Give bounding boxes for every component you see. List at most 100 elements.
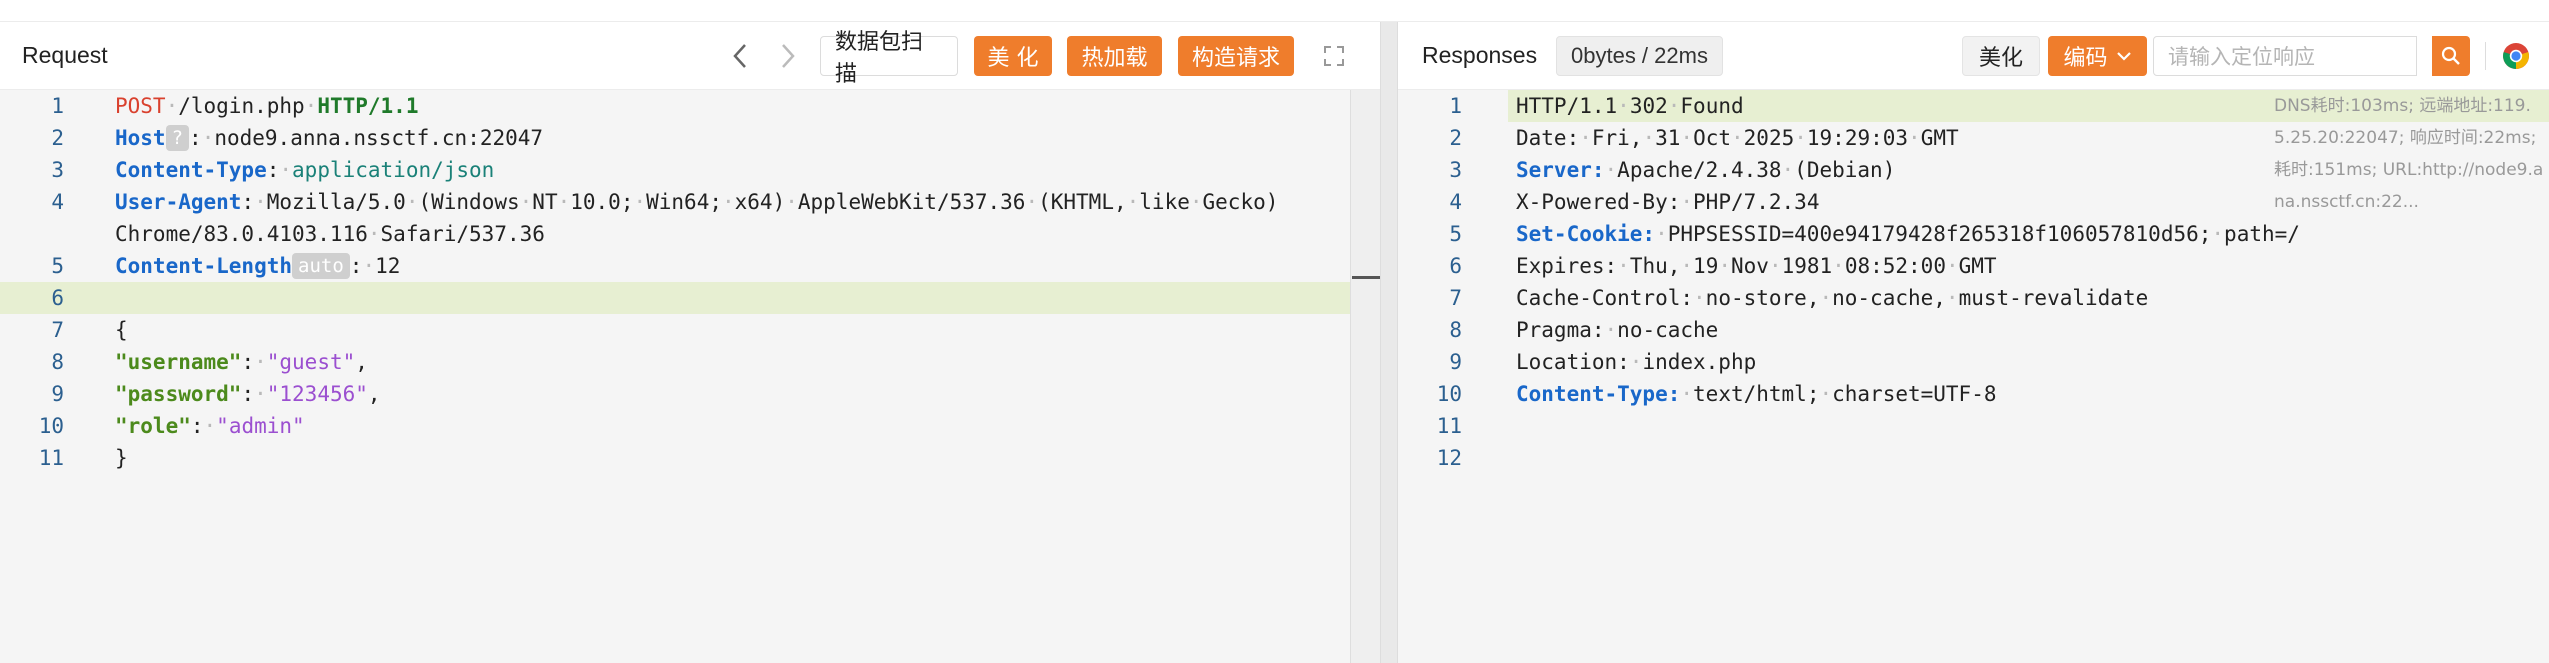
line-number: 6 [1449, 254, 1462, 278]
header-value: Mozilla/5.0·(Windows·NT·10.0;·Win64;·x64… [266, 190, 1279, 214]
request-line-10: "role":·"admin" [115, 414, 305, 438]
packet-scan-button[interactable]: 数据包扫描 [820, 30, 958, 87]
header-value: node9.anna.nssctf.cn:22047 [214, 126, 544, 150]
header-key: Content-Type: [1516, 382, 1681, 406]
request-line-2: Host?:·node9.anna.nssctf.cn:22047 [115, 125, 544, 151]
timing-line: DNS耗时:103ms; 远端地址:119. [2274, 96, 2531, 116]
json-key: "password" [115, 382, 242, 406]
response-status-line: HTTP/1.1·302·Found [1516, 94, 1744, 118]
hot-load-button[interactable]: 热加载 [1067, 36, 1162, 76]
line-number: 4 [51, 190, 64, 214]
request-path: /login.php [178, 94, 305, 118]
request-scrollbar[interactable] [1350, 90, 1380, 663]
scrollbar-cursor-marker [1352, 276, 1380, 279]
response-line-3: Server:·Apache/2.4.38·(Debian) [1516, 158, 1896, 182]
line-number: 2 [1449, 126, 1462, 150]
request-line-4: User-Agent:·Mozilla/5.0·(Windows·NT·10.0… [115, 190, 1279, 214]
response-timing-info: DNS耗时:103ms; 远端地址:119. 5.25.20:22047; 响应… [2274, 90, 2549, 218]
response-line-9: Location:·index.php [1516, 350, 1757, 374]
header-key: Host [115, 126, 166, 150]
fullscreen-button[interactable] [1314, 36, 1354, 76]
json-key: "username" [115, 350, 242, 374]
response-line-2: Date:·Fri,·31·Oct·2025·19:29:03·GMT [1516, 126, 1959, 150]
line-number: 10 [38, 414, 64, 438]
request-line-4-wrap: Chrome/83.0.4103.116·Safari/537.36 [115, 222, 545, 246]
request-line-5: Content-Length auto:·12 [115, 253, 401, 279]
line-number: 3 [51, 158, 64, 182]
json-value: "admin" [216, 414, 305, 438]
response-title: Responses [1422, 42, 1538, 68]
line-number: 9 [1449, 350, 1462, 374]
header-key: Content-Type [115, 158, 267, 182]
header-value: application/json [292, 158, 495, 182]
line-number: 2 [51, 126, 64, 150]
header-value: PHPSESSID=400e94179428f265318f106057810d… [1667, 222, 2300, 246]
chevron-left-icon [733, 44, 746, 68]
response-line-10: Content-Type:·text/html;·charset=UTF-8 [1516, 382, 1997, 406]
json-key: "role" [115, 414, 191, 438]
header-key: Server: [1516, 158, 1605, 182]
next-button[interactable] [768, 36, 808, 76]
request-line-9: "password":·"123456", [115, 382, 381, 406]
pane-resize-handle[interactable] [1380, 22, 1398, 663]
line-number: 5 [1449, 222, 1462, 246]
response-line-8: Pragma:·no-cache [1516, 318, 1719, 342]
request-line-1: POST·/login.php·HTTP/1.1 [115, 94, 419, 118]
request-line-11: } [115, 446, 128, 470]
response-line-4: X-Powered-By:·PHP/7.2.34 [1516, 190, 1820, 214]
chrome-icon[interactable] [2502, 42, 2530, 70]
encode-label: 编码 [2063, 46, 2108, 71]
line-number: 7 [51, 318, 64, 342]
line-number: 5 [51, 254, 64, 278]
request-pane: Request 数据包扫描 美 化 热加载 构造请求 1 2 3 4 5 6 7… [0, 22, 1380, 663]
beautify-button[interactable]: 美 化 [974, 36, 1052, 76]
window-top-strip [0, 0, 2549, 22]
chevron-down-icon [2116, 52, 2131, 61]
header-key: User-Agent [115, 190, 242, 214]
header-value: Apache/2.4.38·(Debian) [1617, 158, 1896, 182]
request-line-3: Content-Type:·application/json [115, 158, 495, 182]
header-key: Content-Length [115, 254, 293, 278]
locate-response-input[interactable]: 请输入定位响应 [2153, 36, 2417, 76]
line-number: 4 [1449, 190, 1462, 214]
request-editor[interactable]: 1 2 3 4 5 6 7 8 9 10 11 POST·/login.php·… [0, 90, 1380, 663]
auto-length-tag[interactable]: auto [292, 253, 350, 279]
http-method: POST [115, 94, 166, 118]
response-line-7: Cache-Control:·no-store,·no-cache,·must-… [1516, 286, 2149, 310]
request-title: Request [22, 42, 108, 68]
request-toolbar: Request 数据包扫描 美 化 热加载 构造请求 [0, 22, 1380, 90]
response-beautify-button[interactable]: 美化 [1962, 36, 2040, 76]
header-key: Set-Cookie: [1516, 222, 1656, 246]
line-number: 7 [1449, 286, 1462, 310]
response-line-6: Expires:·Thu,·19·Nov·1981·08:52:00·GMT [1516, 254, 1997, 278]
line-number: 8 [51, 350, 64, 374]
prev-button[interactable] [720, 36, 760, 76]
chevron-right-icon [782, 44, 795, 68]
line-number: 6 [51, 286, 64, 310]
response-editor[interactable]: 1 2 3 4 5 6 7 8 9 10 11 12 HTTP/1.1·302·… [1398, 90, 2549, 663]
line-number: 8 [1449, 318, 1462, 342]
response-line-5: Set-Cookie:·PHPSESSID=400e94179428f26531… [1516, 222, 2300, 246]
expand-icon [1324, 46, 1344, 66]
construct-request-button[interactable]: 构造请求 [1178, 36, 1294, 76]
host-help-tag[interactable]: ? [165, 125, 190, 151]
timing-line: 5.25.20:22047; 响应时间:22ms; [2274, 128, 2537, 148]
line-number: 3 [1449, 158, 1462, 182]
search-icon [2441, 46, 2460, 65]
encode-dropdown[interactable]: 编码 [2048, 36, 2147, 76]
response-pane: Responses 0bytes / 22ms 美化 编码 请输入定位响应 1 … [1398, 22, 2549, 663]
http-version: HTTP/1.1 [317, 94, 419, 118]
search-button[interactable] [2432, 36, 2470, 76]
timing-line: na.nssctf.cn:22... [2274, 192, 2419, 212]
header-value: text/html;·charset=UTF-8 [1693, 382, 1997, 406]
toolbar-separator [2485, 42, 2486, 70]
line-number: 12 [1436, 446, 1462, 470]
line-number: 9 [51, 382, 64, 406]
line-number: 10 [1436, 382, 1462, 406]
line-number: 1 [1449, 94, 1462, 118]
line-number: 11 [38, 446, 64, 470]
active-line-highlight [0, 282, 1350, 314]
json-value: "guest" [266, 350, 356, 374]
response-stats-badge: 0bytes / 22ms [1556, 36, 1723, 76]
line-number: 11 [1436, 414, 1462, 438]
